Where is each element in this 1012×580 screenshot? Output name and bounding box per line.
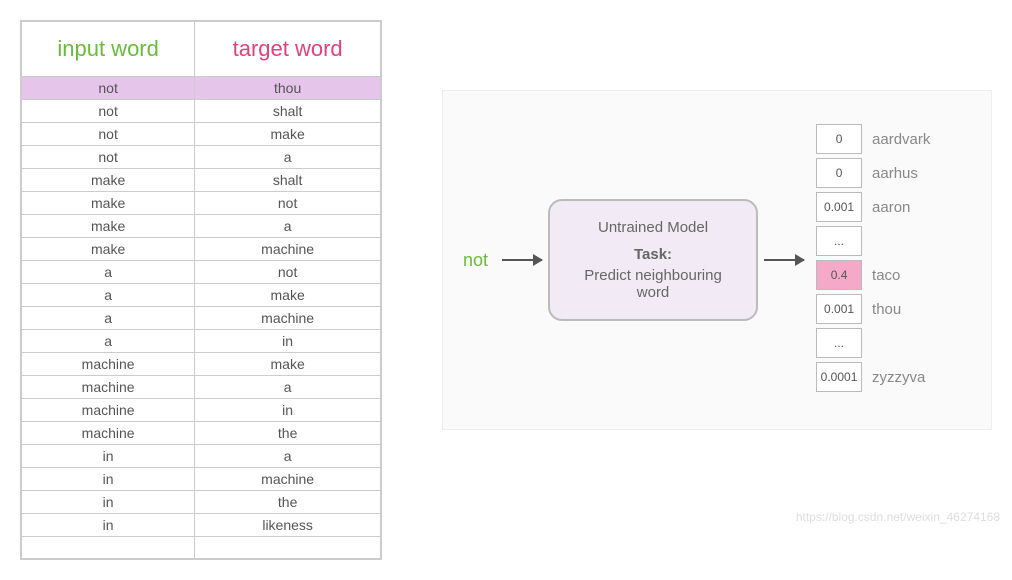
cell-input: a — [22, 330, 195, 353]
table-row — [22, 537, 381, 559]
table-row: machinemake — [22, 353, 381, 376]
cell-target: machine — [195, 307, 381, 330]
cell-target: in — [195, 399, 381, 422]
cell-input: in — [22, 445, 195, 468]
table-row: notthou — [22, 77, 381, 100]
cell-input: machine — [22, 353, 195, 376]
cell-target: the — [195, 491, 381, 514]
table-row: notshalt — [22, 100, 381, 123]
output-word: thou — [872, 301, 901, 318]
output-prob: 0.001 — [816, 294, 862, 324]
model-diagram: not Untrained Model Task: Predict neighb… — [442, 90, 992, 430]
model-box: Untrained Model Task: Predict neighbouri… — [548, 199, 758, 321]
cell-input: make — [22, 169, 195, 192]
cell-target: make — [195, 123, 381, 146]
table-row: makenot — [22, 192, 381, 215]
output-prob: ... — [816, 226, 862, 256]
cell-target: not — [195, 192, 381, 215]
cell-target: machine — [195, 238, 381, 261]
output-row: ... — [816, 226, 930, 256]
cell-target: likeness — [195, 514, 381, 537]
cell-input: in — [22, 491, 195, 514]
output-row: 0.4 taco — [816, 260, 930, 290]
cell-input: machine — [22, 399, 195, 422]
arrow-out-icon — [764, 259, 804, 261]
cell-input: machine — [22, 422, 195, 445]
output-word: aardvark — [872, 131, 930, 148]
cell-target — [195, 537, 381, 559]
output-row: 0.001 thou — [816, 294, 930, 324]
table-row: nota — [22, 146, 381, 169]
cell-target: thou — [195, 77, 381, 100]
cell-target: shalt — [195, 100, 381, 123]
training-pairs-table: input word target word notthounotshaltno… — [20, 20, 382, 560]
cell-target: the — [195, 422, 381, 445]
cell-input: not — [22, 123, 195, 146]
table-row: makemachine — [22, 238, 381, 261]
cell-input: make — [22, 215, 195, 238]
table-row: amake — [22, 284, 381, 307]
model-task-desc: Predict neighbouring word — [572, 267, 734, 301]
output-prob: 0.001 — [816, 192, 862, 222]
output-row: 0.001 aaron — [816, 192, 930, 222]
cell-input: in — [22, 468, 195, 491]
input-word-label: not — [463, 250, 488, 271]
cell-target: make — [195, 353, 381, 376]
cell-input: in — [22, 514, 195, 537]
cell-input: make — [22, 192, 195, 215]
arrow-in-icon — [502, 259, 542, 261]
output-row: 0 aardvark — [816, 124, 930, 154]
output-prob: 0 — [816, 124, 862, 154]
output-prob: 0.0001 — [816, 362, 862, 392]
cell-input: not — [22, 146, 195, 169]
table-row: machinea — [22, 376, 381, 399]
model-task-label: Task: — [572, 246, 734, 263]
output-vector: 0 aardvark 0 aarhus 0.001 aaron... 0.4 taco 0.00… — [816, 124, 930, 396]
table-row: machinethe — [22, 422, 381, 445]
model-title: Untrained Model — [572, 219, 734, 236]
output-row: 0.0001 zyzzyva — [816, 362, 930, 392]
table-row: anot — [22, 261, 381, 284]
output-row: ... — [816, 328, 930, 358]
output-prob: 0.4 — [816, 260, 862, 290]
cell-target: in — [195, 330, 381, 353]
table-row: notmake — [22, 123, 381, 146]
cell-input: not — [22, 77, 195, 100]
table-row: machinein — [22, 399, 381, 422]
cell-input: a — [22, 284, 195, 307]
header-input-word: input word — [22, 22, 195, 77]
output-prob: ... — [816, 328, 862, 358]
table-row: inlikeness — [22, 514, 381, 537]
cell-input: machine — [22, 376, 195, 399]
table-row: makeshalt — [22, 169, 381, 192]
output-row: 0 aarhus — [816, 158, 930, 188]
output-prob: 0 — [816, 158, 862, 188]
cell-target: a — [195, 146, 381, 169]
table-row: amachine — [22, 307, 381, 330]
cell-input: make — [22, 238, 195, 261]
output-word: zyzzyva — [872, 369, 925, 386]
table-row: inmachine — [22, 468, 381, 491]
output-word: taco — [872, 267, 900, 284]
cell-input — [22, 537, 195, 559]
table-row: inthe — [22, 491, 381, 514]
cell-target: not — [195, 261, 381, 284]
output-word: aarhus — [872, 165, 918, 182]
table-row: makea — [22, 215, 381, 238]
cell-input: a — [22, 307, 195, 330]
cell-target: a — [195, 215, 381, 238]
cell-target: a — [195, 445, 381, 468]
cell-target: a — [195, 376, 381, 399]
output-word: aaron — [872, 199, 910, 216]
cell-input: a — [22, 261, 195, 284]
cell-target: machine — [195, 468, 381, 491]
cell-input: not — [22, 100, 195, 123]
cell-target: shalt — [195, 169, 381, 192]
header-target-word: target word — [195, 22, 381, 77]
watermark: https://blog.csdn.net/weixin_46274168 — [796, 510, 1000, 524]
table-row: ina — [22, 445, 381, 468]
table-row: ain — [22, 330, 381, 353]
cell-target: make — [195, 284, 381, 307]
